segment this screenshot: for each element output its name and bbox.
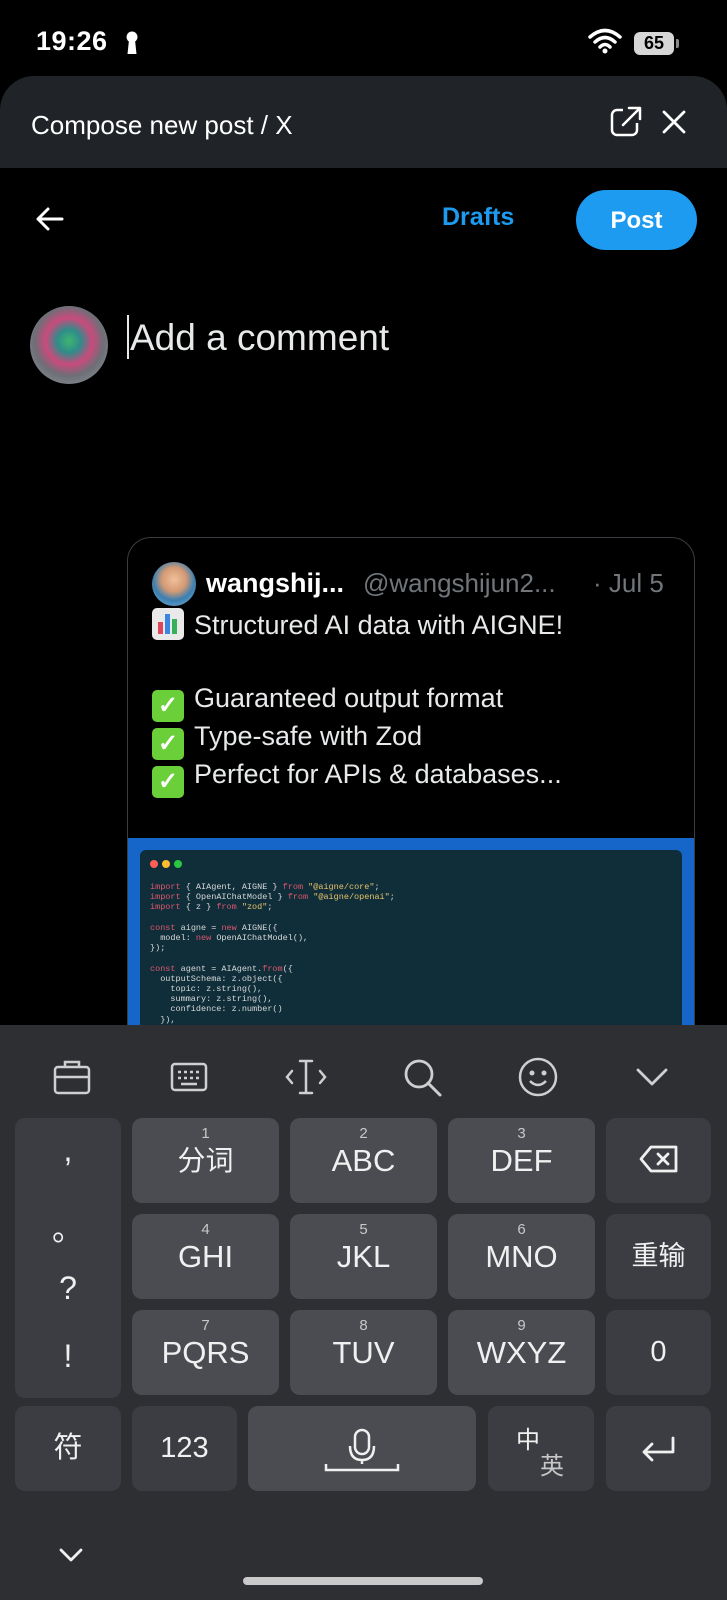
window-dot — [174, 860, 182, 868]
key-4[interactable]: 4 GHI — [132, 1214, 279, 1299]
key-2[interactable]: 2 ABC — [290, 1118, 437, 1203]
search-icon[interactable] — [400, 1055, 444, 1099]
open-external-icon[interactable] — [609, 105, 643, 139]
keyhole-icon — [126, 31, 138, 54]
check-mark-icon: ✓ — [152, 766, 184, 798]
window-dot — [162, 860, 170, 868]
wifi-icon — [588, 28, 622, 54]
chevron-down-icon[interactable] — [630, 1055, 674, 1099]
key-0[interactable]: 0 — [606, 1310, 711, 1395]
punctuation-question[interactable]: ? — [15, 1270, 121, 1307]
quoted-post-headline: Structured AI data with AIGNE! — [194, 610, 564, 640]
key-7[interactable]: 7 PQRS — [132, 1310, 279, 1395]
quoted-post-bullet: Type-safe with Zod — [194, 721, 423, 751]
quoted-post-line: ✓ Perfect for APIs & databases... — [152, 759, 562, 798]
enter-icon — [642, 1436, 674, 1462]
chevron-down-icon[interactable] — [57, 1545, 85, 1565]
window-dot — [150, 860, 158, 868]
key-3[interactable]: 3 DEF — [448, 1118, 595, 1203]
status-time: 19:26 — [36, 26, 108, 56]
drafts-button[interactable]: Drafts — [442, 203, 514, 232]
enter-key[interactable] — [606, 1406, 711, 1491]
code-snippet: import { AIAgent, AIGNE } from "@aigne/c… — [150, 882, 482, 1035]
space-key[interactable] — [248, 1406, 476, 1491]
quoted-author-name: wangshij... — [206, 568, 345, 598]
home-indicator[interactable] — [243, 1577, 483, 1585]
lang-en-label: 英 — [540, 1453, 564, 1480]
check-mark-icon: ✓ — [152, 690, 184, 722]
key-6[interactable]: 6 MNO — [448, 1214, 595, 1299]
key-5[interactable]: 5 JKL — [290, 1214, 437, 1299]
keyboard-icon[interactable] — [167, 1055, 211, 1099]
back-arrow-icon[interactable] — [34, 203, 66, 235]
text-cursor-icon[interactable] — [284, 1055, 328, 1099]
key-9[interactable]: 9 WXYZ — [448, 1310, 595, 1395]
quoted-post-bullet: Guaranteed output format — [194, 683, 504, 713]
text-cursor — [127, 315, 129, 359]
quoted-post-line: Structured AI data with AIGNE! — [152, 608, 563, 641]
check-mark-icon: ✓ — [152, 728, 184, 760]
close-icon[interactable] — [660, 108, 688, 136]
emoji-icon[interactable] — [516, 1055, 560, 1099]
post-button[interactable]: Post — [576, 190, 697, 250]
punctuation-comma[interactable]: , — [15, 1132, 121, 1169]
quoted-post-date: · Jul 5 — [593, 568, 664, 598]
clipboard-icon[interactable] — [50, 1055, 94, 1099]
quoted-author-handle: @wangshijun2... — [363, 568, 556, 598]
comment-input[interactable] — [130, 312, 690, 364]
key-8[interactable]: 8 TUV — [290, 1310, 437, 1395]
backspace-key[interactable] — [606, 1118, 711, 1203]
punctuation-key[interactable]: , 。 ? ! — [15, 1118, 121, 1398]
punctuation-exclaim[interactable]: ! — [15, 1338, 121, 1375]
key-1[interactable]: 1 分词 — [132, 1118, 279, 1203]
quoted-author-avatar — [152, 562, 196, 606]
quoted-post-card[interactable]: wangshij... @wangshijun2... · Jul 5 Stru… — [127, 537, 695, 1079]
quoted-post-line: ✓ Guaranteed output format — [152, 683, 503, 722]
reenter-key[interactable]: 重输 — [606, 1214, 711, 1299]
punctuation-period[interactable]: 。 — [15, 1204, 121, 1250]
quoted-post-line: ✓ Type-safe with Zod — [152, 721, 422, 760]
language-switch-key[interactable]: 中 英 — [488, 1406, 594, 1491]
microphone-icon — [324, 1428, 400, 1472]
avatar[interactable] — [30, 306, 108, 384]
numbers-key[interactable]: 123 — [132, 1406, 237, 1491]
symbols-key[interactable]: 符 — [15, 1406, 121, 1491]
quoted-post-bullet: Perfect for APIs & databases... — [194, 759, 562, 789]
backspace-icon — [639, 1145, 677, 1173]
page-title: Compose new post / X — [31, 110, 293, 140]
lang-zh-label: 中 — [516, 1427, 540, 1454]
battery-indicator: 65 — [634, 32, 679, 55]
bar-chart-icon — [152, 608, 184, 640]
